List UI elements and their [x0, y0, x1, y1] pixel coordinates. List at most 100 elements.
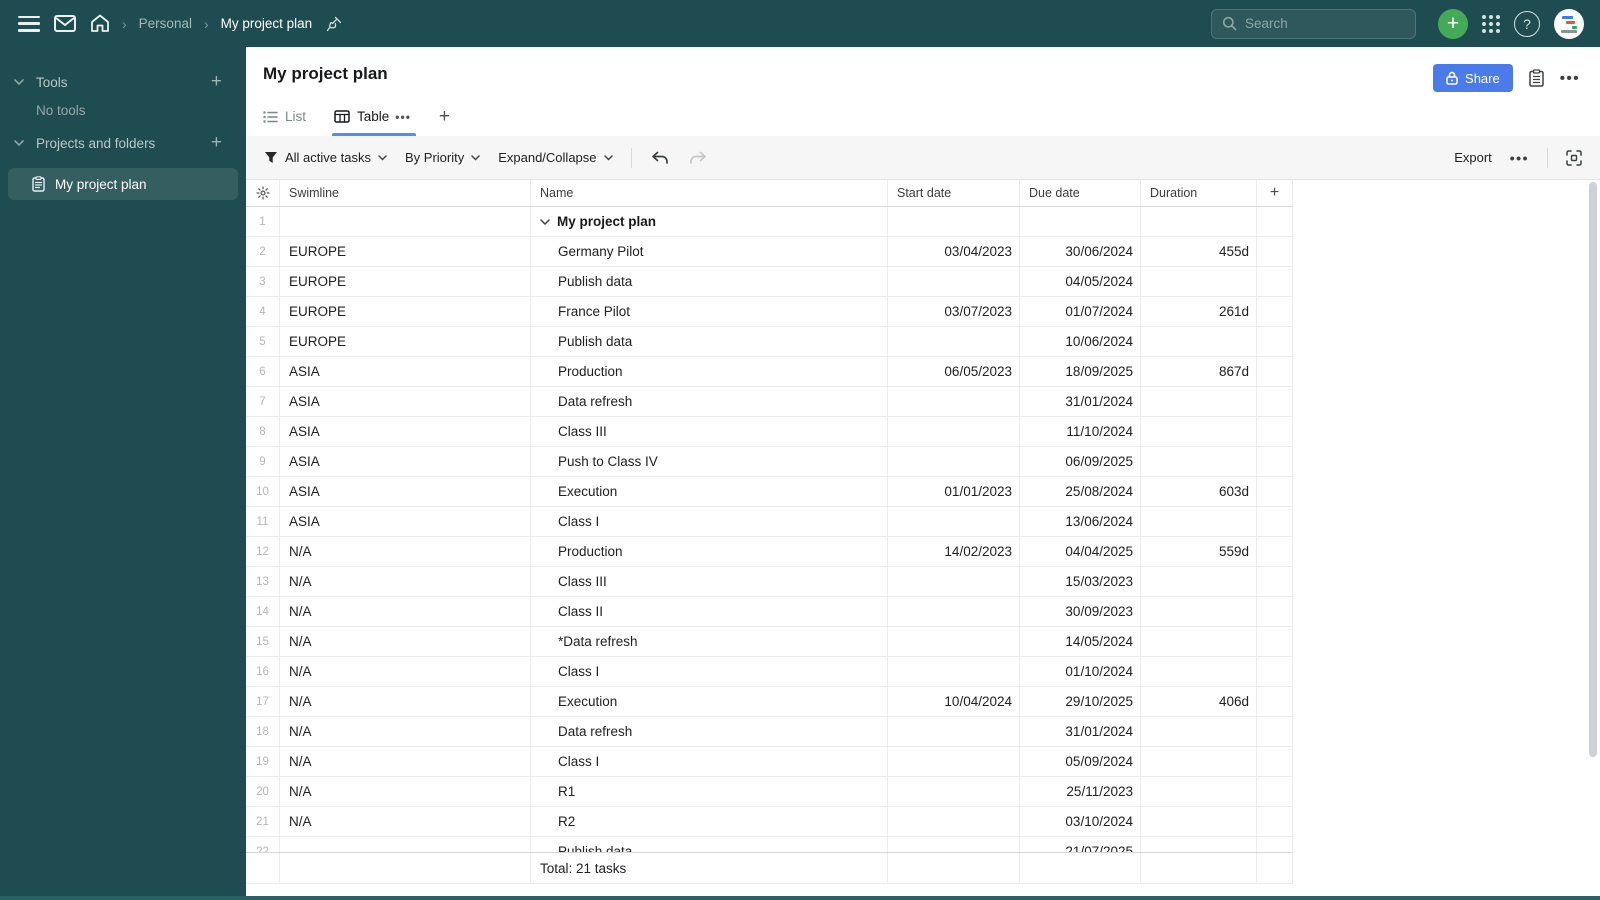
- cell-name[interactable]: Class III: [531, 567, 888, 596]
- cell-due-date[interactable]: 01/10/2024: [1020, 657, 1141, 686]
- cell-name[interactable]: R2: [531, 807, 888, 836]
- cell-swimline[interactable]: N/A: [280, 807, 531, 836]
- table-row[interactable]: 9 ASIA Push to Class IV 06/09/2025: [246, 447, 1293, 477]
- table-row[interactable]: 19 N/A Class I 05/09/2024: [246, 747, 1293, 777]
- cell-start-date[interactable]: 06/05/2023: [888, 357, 1020, 386]
- column-header-duration[interactable]: Duration: [1141, 180, 1257, 206]
- table-row[interactable]: 22 Publish data 21/07/2025: [246, 837, 1293, 852]
- cell-start-date[interactable]: [888, 507, 1020, 536]
- cell-due-date[interactable]: 06/09/2025: [1020, 447, 1141, 476]
- cell-swimline[interactable]: N/A: [280, 717, 531, 746]
- cell-duration[interactable]: [1141, 567, 1257, 596]
- cell-start-date[interactable]: [888, 267, 1020, 296]
- toolbar-more-icon[interactable]: •••: [1510, 150, 1529, 166]
- cell-start-date[interactable]: [888, 807, 1020, 836]
- cell-start-date[interactable]: [888, 627, 1020, 656]
- cell-start-date[interactable]: [888, 447, 1020, 476]
- cell-start-date[interactable]: [888, 747, 1020, 776]
- cell-start-date[interactable]: [888, 567, 1020, 596]
- cell-duration[interactable]: [1141, 657, 1257, 686]
- cell-start-date[interactable]: 14/02/2023: [888, 537, 1020, 566]
- table-row[interactable]: 10 ASIA Execution 01/01/2023 25/08/2024 …: [246, 477, 1293, 507]
- cell-start-date[interactable]: [888, 657, 1020, 686]
- cell-swimline[interactable]: EUROPE: [280, 267, 531, 296]
- cell-start-date[interactable]: [888, 717, 1020, 746]
- search-box[interactable]: [1211, 8, 1422, 39]
- table-row[interactable]: 14 N/A Class II 30/09/2023: [246, 597, 1293, 627]
- cell-due-date[interactable]: 11/10/2024: [1020, 417, 1141, 446]
- tab-table[interactable]: Table •••: [332, 109, 417, 136]
- chevron-down-icon[interactable]: [540, 218, 550, 225]
- table-row[interactable]: 17 N/A Execution 10/04/2024 29/10/2025 4…: [246, 687, 1293, 717]
- cell-name[interactable]: France Pilot: [531, 297, 888, 326]
- cell-name[interactable]: Execution: [531, 477, 888, 506]
- cell-swimline[interactable]: N/A: [280, 567, 531, 596]
- cell-swimline[interactable]: N/A: [280, 597, 531, 626]
- search-input[interactable]: [1245, 16, 1422, 31]
- fullscreen-icon[interactable]: [1566, 149, 1582, 166]
- cell-swimline[interactable]: N/A: [280, 777, 531, 806]
- table-row[interactable]: 7 ASIA Data refresh 31/01/2024: [246, 387, 1293, 417]
- cell-duration[interactable]: 603d: [1141, 477, 1257, 506]
- cell-name[interactable]: Class III: [531, 417, 888, 446]
- cell-duration[interactable]: [1141, 717, 1257, 746]
- cell-due-date[interactable]: 04/05/2024: [1020, 267, 1141, 296]
- cell-due-date[interactable]: 01/07/2024: [1020, 297, 1141, 326]
- pin-icon[interactable]: [326, 16, 342, 32]
- cell-due-date[interactable]: 31/01/2024: [1020, 717, 1141, 746]
- cell-name[interactable]: Class I: [531, 657, 888, 686]
- add-tool-icon[interactable]: +: [211, 71, 222, 93]
- cell-due-date[interactable]: 21/07/2025: [1020, 837, 1141, 852]
- redo-icon[interactable]: [688, 150, 708, 166]
- cell-name[interactable]: Publish data: [531, 837, 888, 852]
- cell-start-date[interactable]: [888, 207, 1020, 236]
- cell-start-date[interactable]: 03/04/2023: [888, 237, 1020, 266]
- add-column-button[interactable]: +: [1257, 180, 1293, 206]
- cell-swimline[interactable]: N/A: [280, 687, 531, 716]
- cell-name[interactable]: Publish data: [531, 267, 888, 296]
- cell-swimline[interactable]: ASIA: [280, 507, 531, 536]
- cell-swimline[interactable]: ASIA: [280, 357, 531, 386]
- cell-swimline[interactable]: N/A: [280, 537, 531, 566]
- column-header-due-date[interactable]: Due date: [1020, 180, 1141, 206]
- table-row[interactable]: 3 EUROPE Publish data 04/05/2024: [246, 267, 1293, 297]
- cell-due-date[interactable]: 25/08/2024: [1020, 477, 1141, 506]
- help-icon[interactable]: ?: [1514, 10, 1540, 37]
- cell-start-date[interactable]: 01/01/2023: [888, 477, 1020, 506]
- cell-name[interactable]: Class II: [531, 597, 888, 626]
- cell-duration[interactable]: [1141, 387, 1257, 416]
- table-row[interactable]: 8 ASIA Class III 11/10/2024: [246, 417, 1293, 447]
- cell-name[interactable]: Production: [531, 537, 888, 566]
- cell-start-date[interactable]: 03/07/2023: [888, 297, 1020, 326]
- undo-icon[interactable]: [650, 150, 670, 166]
- cell-swimline[interactable]: EUROPE: [280, 297, 531, 326]
- cell-duration[interactable]: 455d: [1141, 237, 1257, 266]
- tab-options-icon[interactable]: •••: [395, 110, 411, 124]
- cell-due-date[interactable]: 04/04/2025: [1020, 537, 1141, 566]
- project-row[interactable]: 1 My project plan: [246, 207, 1293, 237]
- cell-duration[interactable]: [1141, 417, 1257, 446]
- add-view-button[interactable]: +: [439, 106, 450, 136]
- cell-name[interactable]: Data refresh: [531, 387, 888, 416]
- cell-duration[interactable]: 867d: [1141, 357, 1257, 386]
- create-new-button[interactable]: +: [1438, 8, 1468, 39]
- table-row[interactable]: 13 N/A Class III 15/03/2023: [246, 567, 1293, 597]
- table-row[interactable]: 12 N/A Production 14/02/2023 04/04/2025 …: [246, 537, 1293, 567]
- cell-due-date[interactable]: 30/09/2023: [1020, 597, 1141, 626]
- cell-duration[interactable]: [1141, 777, 1257, 806]
- table-row[interactable]: 15 N/A *Data refresh 14/05/2024: [246, 627, 1293, 657]
- breadcrumb-personal[interactable]: Personal: [139, 16, 192, 31]
- sidebar-item-my-project-plan[interactable]: My project plan: [8, 168, 238, 200]
- cell-duration[interactable]: [1141, 327, 1257, 356]
- hamburger-menu-icon[interactable]: [18, 15, 40, 32]
- cell-due-date[interactable]: 31/01/2024: [1020, 387, 1141, 416]
- table-row[interactable]: 21 N/A R2 03/10/2024: [246, 807, 1293, 837]
- table-row[interactable]: 16 N/A Class I 01/10/2024: [246, 657, 1293, 687]
- cell-swimline[interactable]: N/A: [280, 627, 531, 656]
- cell-name[interactable]: Push to Class IV: [531, 447, 888, 476]
- vertical-scrollbar[interactable]: [1589, 182, 1597, 757]
- cell-duration[interactable]: [1141, 267, 1257, 296]
- cell-start-date[interactable]: [888, 417, 1020, 446]
- avatar[interactable]: [1554, 8, 1584, 39]
- table-row[interactable]: 18 N/A Data refresh 31/01/2024: [246, 717, 1293, 747]
